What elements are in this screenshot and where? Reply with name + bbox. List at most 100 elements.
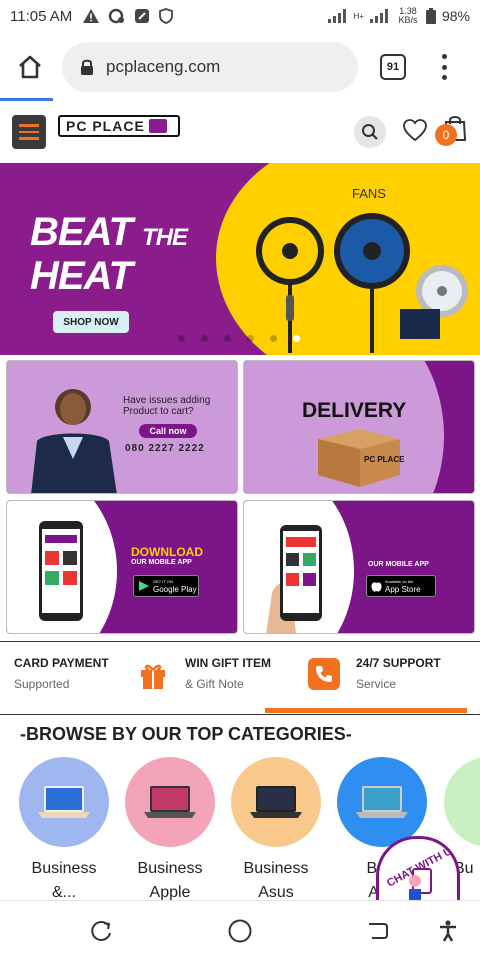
network-speed-unit: KB/s xyxy=(398,15,418,25)
download-subtitle: OUR MOBILE APP xyxy=(131,559,192,566)
shop-now-button[interactable]: SHOP NOW xyxy=(53,311,129,333)
shield-icon xyxy=(159,8,174,24)
feature-title: WIN GIFT ITEM xyxy=(185,656,271,670)
category-label-line-1: Business xyxy=(137,860,203,877)
category-label-line-1: Business xyxy=(243,860,309,877)
wishlist-heart-icon[interactable] xyxy=(402,118,428,142)
category-image xyxy=(125,757,215,847)
carousel-dot[interactable] xyxy=(201,335,208,342)
browser-toolbar: pcplaceng.com 91 xyxy=(0,36,480,98)
accessibility-button[interactable] xyxy=(434,917,462,945)
browser-menu-button[interactable] xyxy=(436,54,452,80)
site-header: PC PLACE 0 xyxy=(0,104,480,160)
signal-icon xyxy=(327,9,346,23)
status-notification-icons xyxy=(82,8,174,24)
hero-carousel-dots xyxy=(178,335,300,342)
hero-banner[interactable]: BEAT THE HEAT SHOP NOW FANS xyxy=(0,163,480,355)
hamburger-line xyxy=(19,124,39,127)
status-system-icons: H+ 1.38 KB/s 98% xyxy=(327,7,470,25)
carousel-dot[interactable] xyxy=(247,335,254,342)
promo-app-store-tile[interactable]: OUR MOBILE APP Available on the App Stor… xyxy=(243,500,475,634)
app-store-text: App Store xyxy=(385,585,421,594)
delivery-box-label: PC PLACE xyxy=(364,455,405,464)
support-phone-number[interactable]: 080 2227 2222 xyxy=(125,443,205,454)
search-button[interactable] xyxy=(354,116,386,148)
appstore-subtitle: OUR MOBILE APP xyxy=(368,561,429,568)
app-notification-icon xyxy=(135,9,150,23)
battery-icon xyxy=(425,8,436,24)
category-image xyxy=(337,757,427,847)
battery-percent: 98% xyxy=(441,8,470,24)
features-scroll-indicator xyxy=(265,708,467,713)
circle-home-icon xyxy=(228,919,252,943)
status-bar: 11:05 AM H+ 1.38 KB/s 98% xyxy=(0,0,480,32)
hero-headline-beat: BEAT xyxy=(30,210,133,254)
logo-cart-icon xyxy=(148,119,167,133)
feature-gift: WIN GIFT ITEM & Gift Note xyxy=(185,656,271,691)
category-label-line-1: Business xyxy=(31,860,97,877)
category-item[interactable]: Business Apple xyxy=(122,757,218,905)
category-label: Business &... xyxy=(16,857,112,905)
category-item[interactable]: Business Asus xyxy=(228,757,324,905)
feature-subtitle: & Gift Note xyxy=(185,677,244,691)
support-line-2: Product to cart? xyxy=(123,406,194,417)
logo-text: PC PLACE xyxy=(66,118,145,134)
rotate-button[interactable] xyxy=(88,917,116,945)
categories-heading: -BROWSE BY OUR TOP CATEGORIES- xyxy=(20,724,352,744)
laptop-icon xyxy=(356,786,408,818)
feature-subtitle: Service xyxy=(356,677,397,691)
network-speed: 1.38 KB/s xyxy=(396,7,420,25)
gift-icon xyxy=(137,658,169,690)
chat-with-us-widget[interactable]: CHAT WITH US xyxy=(376,836,460,902)
accessibility-icon xyxy=(440,920,456,942)
category-image xyxy=(19,757,109,847)
feature-support: 24/7 SUPPORT Service xyxy=(356,656,441,691)
app-store-badge[interactable]: Available on the App Store xyxy=(366,575,436,597)
category-item[interactable]: Business &... xyxy=(16,757,112,905)
site-logo[interactable]: PC PLACE xyxy=(58,115,180,137)
menu-dot xyxy=(441,64,447,70)
carousel-dot-active[interactable] xyxy=(293,335,300,342)
system-navigation-bar xyxy=(0,900,480,960)
tab-switcher-button[interactable]: 91 xyxy=(380,54,406,80)
laptop-icon xyxy=(38,786,90,818)
delivery-title: DELIVERY xyxy=(302,399,407,422)
google-play-text: Google Play xyxy=(153,585,197,594)
promo-download-app-tile[interactable]: DOWNLOAD OUR MOBILE APP GET IT ON Google… xyxy=(6,500,238,634)
home-button[interactable] xyxy=(0,36,60,98)
page-load-progress xyxy=(0,98,53,101)
carousel-dot[interactable] xyxy=(224,335,231,342)
category-label: Business Apple xyxy=(122,857,218,905)
promo-delivery-tile[interactable]: DELIVERY PC PLACE xyxy=(243,360,475,494)
menu-dot xyxy=(441,54,447,59)
url-text: pcplaceng.com xyxy=(106,57,221,76)
feature-title: 24/7 SUPPORT xyxy=(356,656,441,670)
support-line-1: Have issues adding xyxy=(123,395,211,406)
feature-subtitle: Supported xyxy=(14,677,70,691)
signal-2-icon xyxy=(369,9,388,23)
google-play-badge[interactable]: GET IT ON Google Play xyxy=(133,575,199,597)
promo-support-tile[interactable]: Have issues adding Product to cart? Call… xyxy=(6,360,238,494)
standing-fan-image xyxy=(256,213,468,353)
rotate-icon xyxy=(91,920,111,941)
call-now-button[interactable]: Call now xyxy=(139,424,197,438)
status-time: 11:05 AM xyxy=(10,7,73,25)
phone-icon xyxy=(308,658,340,690)
warning-icon xyxy=(83,9,100,23)
carousel-dot[interactable] xyxy=(270,335,277,342)
hero-headline-heat: HEAT xyxy=(30,254,133,298)
hamburger-menu-button[interactable] xyxy=(12,115,46,149)
cart-count-badge: 0 xyxy=(435,124,457,146)
support-question: Have issues adding Product to cart? xyxy=(123,395,210,417)
back-nav-button[interactable] xyxy=(364,917,392,945)
category-image xyxy=(231,757,321,847)
laptop-icon xyxy=(250,786,302,818)
home-icon xyxy=(19,55,41,79)
back-icon xyxy=(369,923,388,939)
home-nav-button[interactable] xyxy=(226,917,254,945)
carousel-dot[interactable] xyxy=(178,335,185,342)
category-image xyxy=(444,757,480,847)
hamburger-line xyxy=(19,137,39,140)
address-bar[interactable]: pcplaceng.com xyxy=(62,42,358,92)
laptop-icon xyxy=(144,786,196,818)
